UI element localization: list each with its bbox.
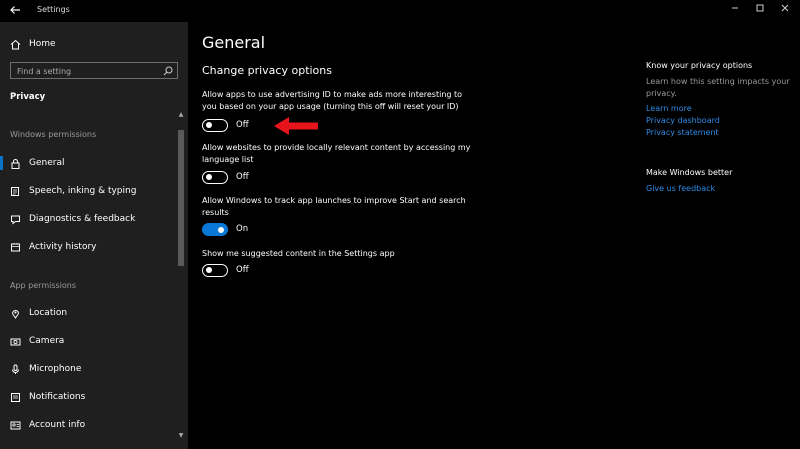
scroll-thumb[interactable] — [178, 130, 184, 266]
sidebar-item-label: Account info — [29, 420, 86, 430]
sidebar-item-notifications[interactable]: Notifications — [10, 387, 85, 407]
sidebar-item-location[interactable]: Location — [10, 303, 67, 323]
sidebar-item-speech[interactable]: Speech, inking & typing — [10, 181, 136, 201]
sidebar-item-label: General — [29, 158, 65, 168]
notifications-icon — [11, 392, 20, 402]
search-icon[interactable] — [163, 66, 173, 76]
maximize-icon — [756, 4, 764, 12]
track-launches-toggle[interactable] — [202, 223, 228, 236]
sidebar-item-label: Microphone — [29, 364, 82, 374]
annotation-arrow-icon — [274, 117, 318, 135]
track-launches-state: On — [236, 224, 249, 234]
suggested-content-toggle[interactable] — [202, 264, 228, 277]
option-suggested-content-desc: Show me suggested content in the Setting… — [202, 249, 395, 258]
sidebar-item-label: Location — [29, 308, 68, 318]
minimize-icon — [732, 7, 738, 9]
sidebar-item-home[interactable]: Home — [10, 34, 56, 54]
sidebar-item-camera[interactable]: Camera — [10, 331, 64, 351]
sidebar: Home Privacy Windows permissions General… — [0, 22, 188, 449]
privacy-statement-link[interactable]: Privacy statement — [646, 128, 719, 137]
page-title: General — [202, 33, 266, 52]
scroll-up-icon[interactable]: ▲ — [178, 112, 184, 118]
toggle-knob — [206, 174, 212, 180]
lock-icon — [11, 158, 20, 169]
toggle-knob — [206, 267, 212, 273]
sidebar-item-diagnostics[interactable]: Diagnostics & feedback — [10, 209, 135, 229]
microphone-icon — [12, 364, 19, 374]
sidebar-scrollbar[interactable]: ▲ ▼ — [178, 112, 184, 439]
know-privacy-text: Learn how this setting impacts your priv… — [646, 77, 790, 98]
give-feedback-link[interactable]: Give us feedback — [646, 184, 715, 193]
sidebar-item-account-info[interactable]: Account info — [10, 415, 85, 435]
search-input[interactable] — [17, 65, 157, 77]
speech-icon — [11, 186, 19, 196]
window-title: Settings — [37, 5, 70, 14]
search-box[interactable] — [10, 62, 178, 79]
windows-permissions-header: Windows permissions — [10, 130, 97, 139]
title-bar: Settings — [0, 0, 800, 22]
sidebar-item-microphone[interactable]: Microphone — [10, 359, 81, 379]
make-windows-better-header: Make Windows better — [646, 168, 733, 177]
advertising-id-state: Off — [236, 120, 249, 130]
learn-more-link[interactable]: Learn more — [646, 104, 692, 113]
know-privacy-header: Know your privacy options — [646, 61, 753, 70]
toggle-knob — [218, 226, 224, 233]
home-icon — [10, 39, 21, 49]
feedback-icon — [11, 215, 20, 225]
back-arrow-icon[interactable] — [8, 3, 22, 17]
advertising-id-toggle[interactable] — [202, 119, 228, 132]
app-permissions-header: App permissions — [10, 281, 77, 290]
sidebar-item-general[interactable]: General — [10, 153, 64, 173]
language-list-toggle[interactable] — [202, 171, 228, 184]
minimize-button[interactable] — [728, 3, 742, 17]
option-language-list-desc: Allow websites to provide locally releva… — [202, 143, 471, 164]
location-icon — [11, 309, 20, 319]
toggle-knob — [206, 122, 212, 128]
home-label: Home — [29, 39, 56, 49]
selection-indicator — [0, 156, 3, 170]
sidebar-item-label: Notifications — [29, 392, 86, 402]
language-list-state: Off — [236, 172, 249, 182]
sidebar-item-label: Speech, inking & typing — [29, 186, 137, 196]
section-title: Change privacy options — [202, 64, 332, 77]
option-track-launches-desc: Allow Windows to track app launches to i… — [202, 196, 466, 217]
history-icon — [11, 242, 20, 251]
category-label: Privacy — [10, 92, 46, 102]
scroll-down-icon[interactable]: ▼ — [178, 433, 184, 439]
suggested-content-state: Off — [236, 265, 249, 275]
camera-icon — [10, 338, 21, 345]
close-icon — [781, 4, 789, 12]
privacy-dashboard-link[interactable]: Privacy dashboard — [646, 116, 720, 125]
maximize-button[interactable] — [753, 3, 767, 17]
sidebar-item-label: Camera — [29, 336, 65, 346]
option-advertising-id-desc: Allow apps to use advertising ID to make… — [202, 90, 463, 111]
close-button[interactable] — [778, 3, 792, 17]
sidebar-item-label: Diagnostics & feedback — [29, 214, 136, 224]
sidebar-item-label: Activity history — [29, 242, 97, 252]
sidebar-item-activity-history[interactable]: Activity history — [10, 237, 96, 257]
account-info-icon — [10, 421, 21, 429]
